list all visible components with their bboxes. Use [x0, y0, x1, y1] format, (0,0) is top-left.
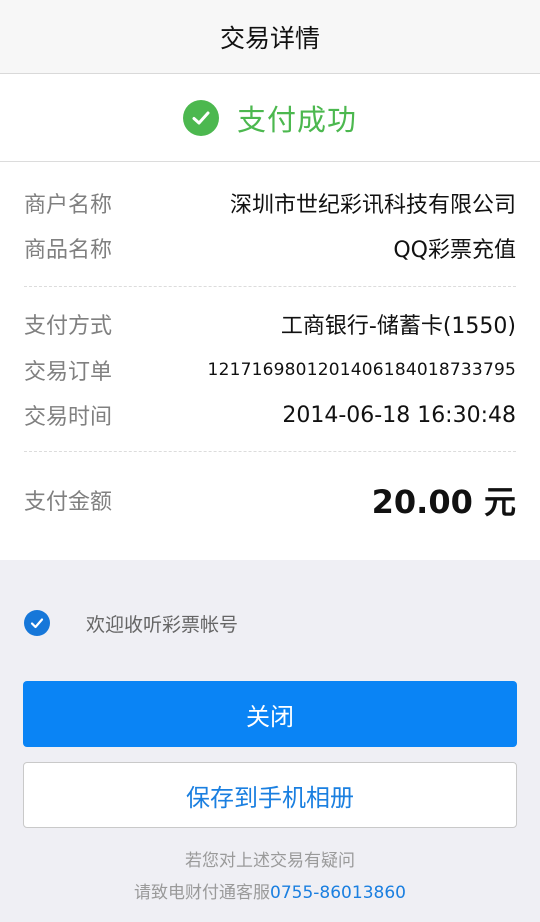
checkmark-icon	[30, 618, 44, 629]
time-row: 交易时间 2014-06-18 16:30:48	[24, 399, 516, 431]
follow-checkbox[interactable]	[24, 610, 50, 636]
divider	[24, 451, 516, 452]
service-phone-link[interactable]: 0755-86013860	[270, 883, 406, 903]
merchant-value: 深圳市世纪彩讯科技有限公司	[229, 193, 516, 218]
payment-status: 支付成功	[0, 74, 540, 162]
method-label: 支付方式	[24, 314, 113, 339]
method-row: 支付方式 工商银行-储蓄卡(1550)	[24, 308, 516, 340]
follow-lottery-account[interactable]: 欢迎收听彩票帐号	[24, 608, 238, 638]
merchant-label: 商户名称	[24, 193, 113, 218]
close-button[interactable]: 关闭	[23, 681, 517, 747]
page-title: 交易详情	[219, 23, 320, 53]
product-label: 商品名称	[24, 238, 113, 263]
order-row: 交易订单 1217169801201406184018733795	[24, 354, 516, 386]
product-row: 商品名称 QQ彩票充值	[24, 232, 516, 264]
merchant-row: 商户名称 深圳市世纪彩讯科技有限公司	[24, 187, 516, 219]
transaction-card: 支付成功 商户名称 深圳市世纪彩讯科技有限公司 商品名称 QQ彩票充值 支付方式…	[0, 74, 540, 560]
success-check-icon	[182, 99, 219, 136]
amount-label: 支付金额	[24, 490, 113, 515]
help-contact-prefix: 请致电财付通客服	[134, 883, 271, 903]
save-to-album-button[interactable]: 保存到手机相册	[23, 762, 517, 828]
receipt-edge	[0, 549, 540, 559]
title-bar: 交易详情	[0, 0, 540, 74]
product-value: QQ彩票充值	[393, 238, 516, 263]
help-contact: 请致电财付通客服0755-86013860	[0, 878, 540, 903]
time-value: 2014-06-18 16:30:48	[282, 402, 516, 428]
time-label: 交易时间	[24, 405, 113, 430]
divider	[24, 286, 516, 287]
method-value: 工商银行-储蓄卡(1550)	[280, 314, 516, 339]
status-text: 支付成功	[236, 102, 357, 137]
help-text: 若您对上述交易有疑问	[185, 851, 355, 871]
order-value: 1217169801201406184018733795	[207, 360, 516, 380]
amount-row: 支付金额 20.00 元	[24, 477, 516, 523]
order-label: 交易订单	[24, 360, 113, 385]
amount-value: 20.00 元	[371, 483, 516, 521]
follow-label: 欢迎收听彩票帐号	[86, 613, 239, 636]
